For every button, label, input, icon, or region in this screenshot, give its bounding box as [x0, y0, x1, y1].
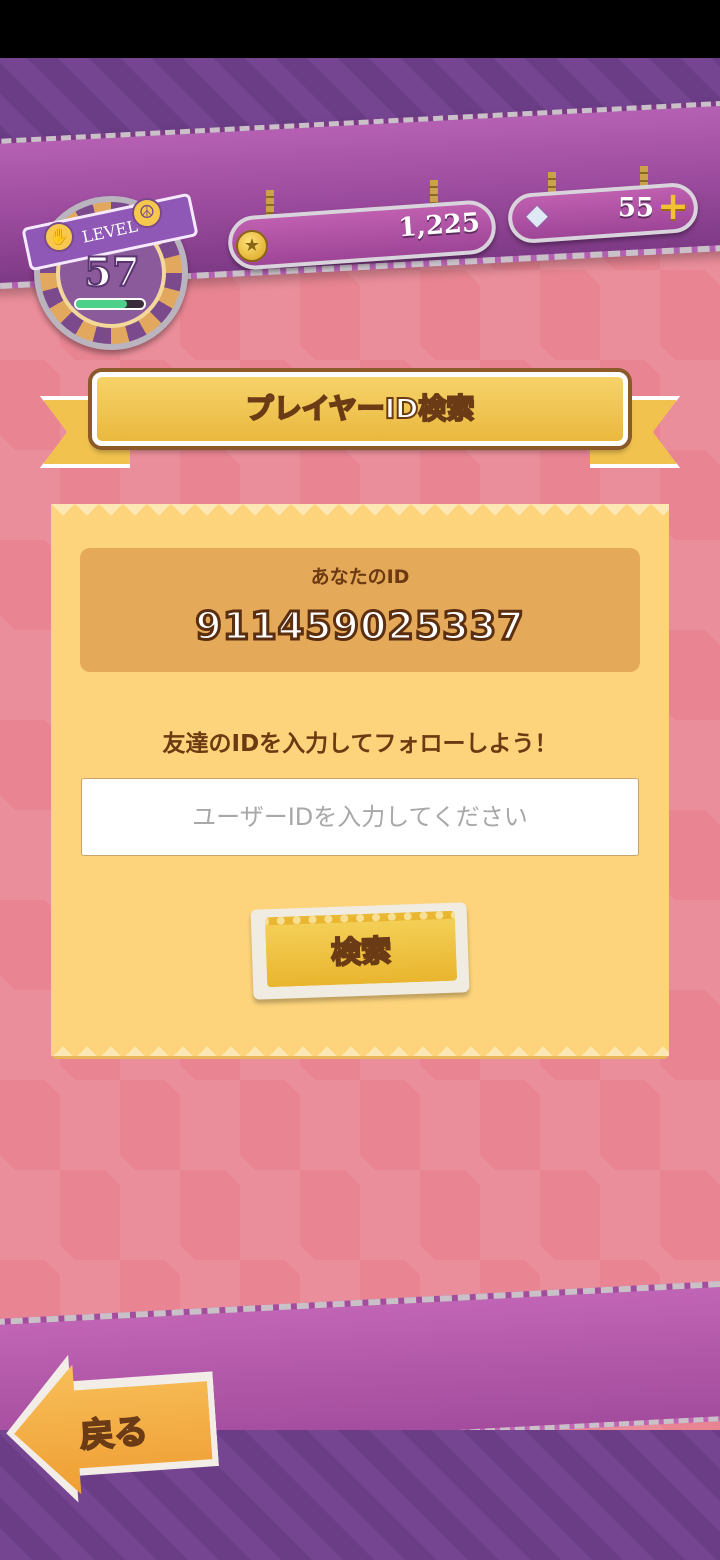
user-id-input[interactable] — [81, 778, 639, 856]
hand-icon: ✋ — [44, 222, 74, 252]
back-button-label[interactable]: 戻る — [62, 1405, 165, 1464]
coin-icon: ★ — [236, 230, 268, 262]
diamond-icon: ◆ — [526, 198, 548, 231]
panel-zigzag-bottom — [51, 1034, 669, 1056]
peace-icon: ☮ — [132, 198, 162, 228]
add-gems-button[interactable]: + — [656, 187, 690, 225]
status-bar — [0, 0, 720, 58]
page-title: プレイヤーID検索 — [245, 391, 476, 426]
my-id-label: あなたのID — [310, 566, 410, 588]
my-id-value: 911459025337 — [194, 603, 525, 650]
level-number: 57 — [83, 248, 141, 297]
xp-bar-fill — [76, 300, 127, 308]
follow-prompt: 友達のIDを入力してフォローしよう！ — [162, 731, 558, 757]
panel-zigzag-top — [51, 504, 669, 526]
gem-value: 55 — [617, 193, 654, 223]
search-button[interactable]: 検索 — [264, 910, 458, 988]
chain-icon — [266, 190, 274, 216]
